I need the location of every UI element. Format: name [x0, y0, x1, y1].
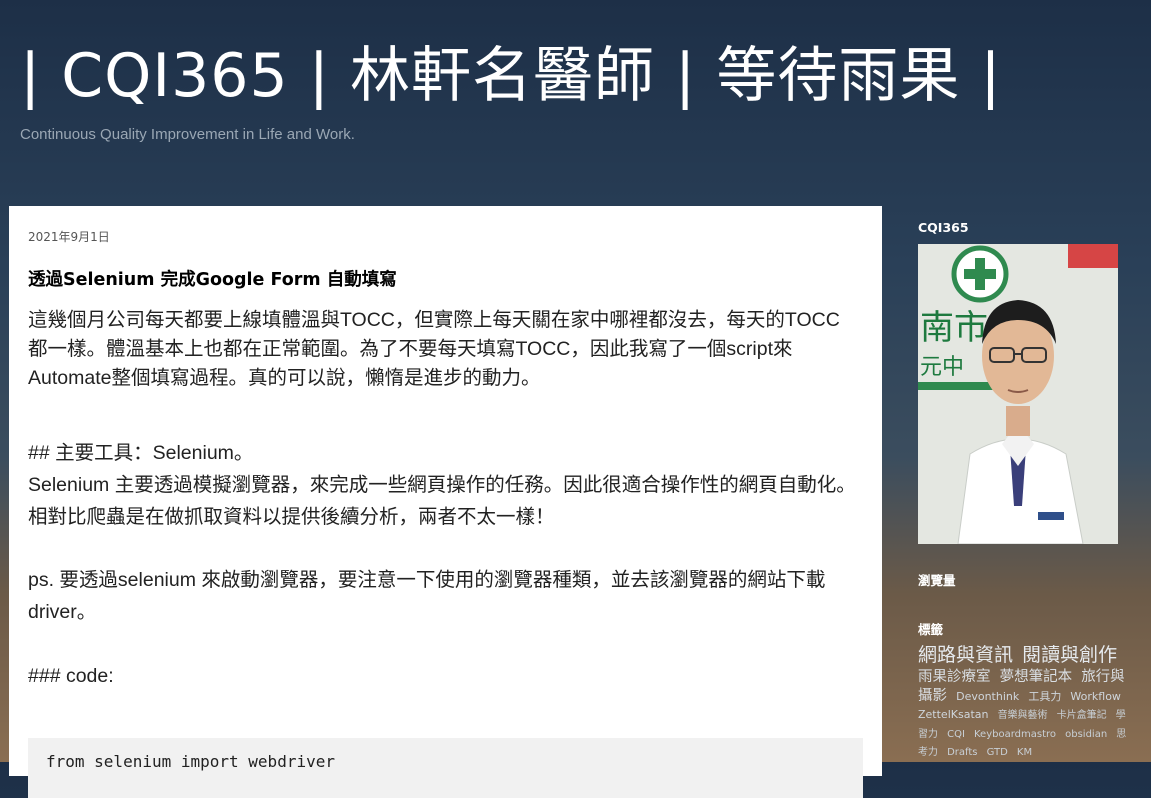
label-link[interactable]: 音樂與藝術 [998, 710, 1048, 721]
profile-widget-title: CQI365 [918, 220, 969, 235]
post-title[interactable]: 透過Selenium 完成Google Form 自動填寫 [28, 266, 397, 291]
label-link[interactable]: CQI [947, 729, 965, 740]
post-heading-tools: ## 主要工具：Selenium。 [28, 442, 254, 464]
profile-photo[interactable]: 南市 元中 [918, 244, 1118, 544]
post-paragraph: Selenium 主要透過模擬瀏覽器，來完成一些網頁操作的任務。因此很適合操作性… [28, 474, 856, 528]
label-link[interactable]: 雨果診療室 [918, 669, 991, 685]
views-widget-title: 瀏覽量 [918, 573, 956, 588]
label-link[interactable]: 卡片盒筆記 [1057, 710, 1107, 721]
label-cloud: 網路與資訊 閱讀與創作 雨果診療室 夢想筆記本 旅行與攝影 Devonthink… [918, 644, 1130, 759]
label-link[interactable]: Drafts [947, 747, 977, 758]
post-date: 2021年9月1日 [28, 230, 110, 244]
label-link[interactable]: 夢想筆記本 [1000, 669, 1073, 685]
profile-widget: CQI365 [918, 220, 969, 235]
svg-text:元中: 元中 [920, 355, 964, 380]
labels-widget-title: 標籤 [918, 622, 944, 637]
post-paragraph: ps. 要透過selenium 來啟動瀏覽器，要注意一下使用的瀏覽器種類，並去該… [28, 569, 826, 623]
post-section-tools: ## 主要工具：Selenium。 Selenium 主要透過模擬瀏覽器，來完成… [28, 437, 863, 533]
label-link[interactable]: 網路與資訊 [918, 644, 1013, 666]
label-link[interactable]: Devonthink [956, 690, 1019, 703]
label-link[interactable]: GTD [987, 747, 1008, 758]
svg-text:南市: 南市 [920, 308, 988, 348]
post-heading-code: ### code: [28, 665, 114, 687]
label-link[interactable]: KM [1017, 747, 1032, 758]
label-link[interactable]: obsidian [1065, 729, 1107, 740]
post-card: 2021年9月1日 透過Selenium 完成Google Form 自動填寫 … [9, 206, 882, 798]
post-paragraph: 這幾個月公司每天都要上線填體溫與TOCC，但實際上每天關在家中哪裡都沒去，每天的… [28, 309, 840, 389]
label-link[interactable]: 閱讀與創作 [1022, 644, 1117, 666]
label-link[interactable]: 工具力 [1028, 690, 1061, 703]
labels-widget: 標籤 [918, 619, 943, 638]
profile-photo-image: 南市 元中 [918, 244, 1118, 544]
label-link[interactable]: Workflow [1070, 690, 1121, 703]
blog-title[interactable]: | CQI365 | 林軒名醫師 | 等待雨果 | [20, 38, 1002, 114]
blog-description: Continuous Quality Improvement in Life a… [20, 126, 355, 143]
label-link[interactable]: Keyboardmastro [974, 729, 1056, 740]
views-widget: 瀏覽量 [918, 570, 956, 589]
code-block: from selenium import webdriver [28, 738, 863, 798]
label-link[interactable]: ZettelKsatan [918, 708, 988, 721]
